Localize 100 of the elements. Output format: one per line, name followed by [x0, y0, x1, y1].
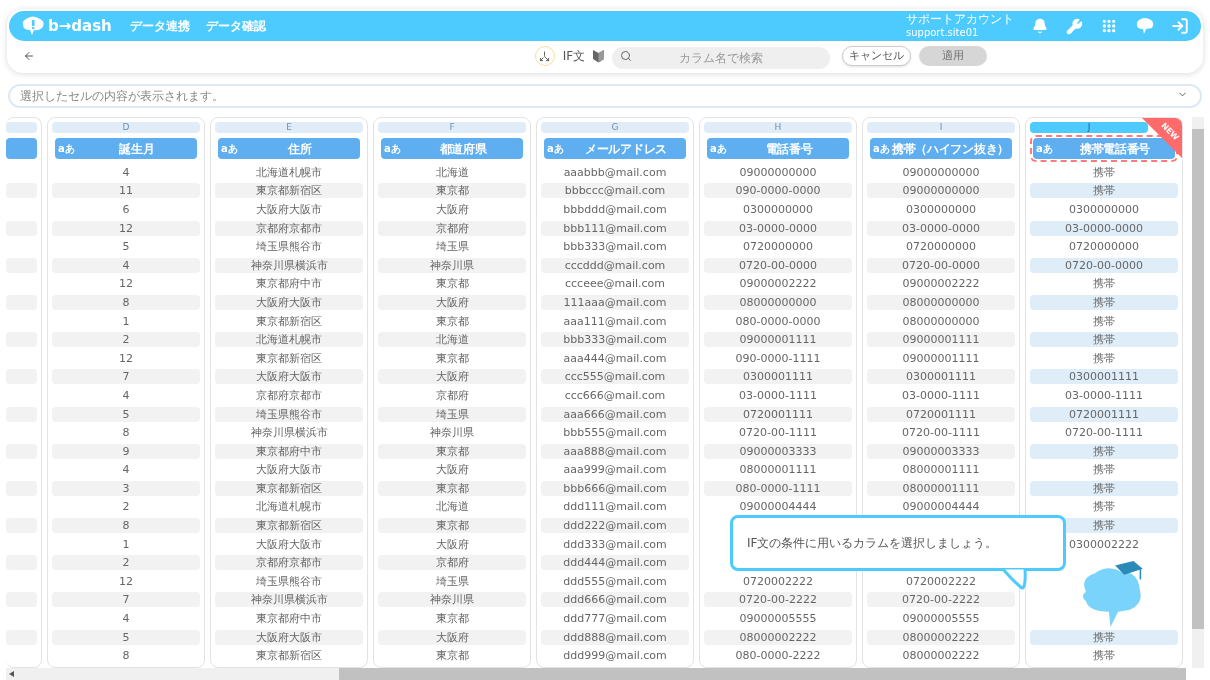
table-cell[interactable]: 7 [52, 369, 200, 385]
table-cell[interactable]: bbbccc@mail.com [541, 183, 689, 199]
table-cell[interactable]: 09000002222 [867, 276, 1015, 292]
table-cell[interactable]: 大阪府大阪市 [215, 202, 363, 217]
table-cell[interactable]: 京都府京都市 [215, 555, 363, 571]
table-cell[interactable]: 北海道 [378, 164, 526, 180]
table-cell[interactable]: 7 [52, 592, 200, 608]
table-cell[interactable]: 東京都 [378, 648, 526, 664]
column-letter[interactable]: F [378, 122, 526, 133]
table-cell[interactable]: 09000001111 [867, 332, 1015, 348]
table-cell[interactable]: 0720001111 [867, 406, 1015, 422]
table-cell[interactable]: 携帯 [1030, 629, 1178, 645]
table-cell[interactable]: bbb555@mail.com [541, 425, 689, 441]
table-cell[interactable]: 03-0000-1111 [704, 387, 852, 403]
cell-viewer[interactable]: 選択したセルの内容が表示されます。 [8, 84, 1202, 108]
table-cell[interactable]: 携帯 [1030, 332, 1178, 348]
table-cell[interactable]: 神奈川県横浜市 [215, 257, 363, 273]
table-cell[interactable]: 8 [52, 294, 200, 310]
table-cell[interactable]: 03-0000-0000 [1030, 220, 1178, 236]
table-cell[interactable]: 携帯 [1030, 183, 1178, 199]
table-cell[interactable]: 大阪府大阪市 [215, 369, 363, 385]
table-cell[interactable]: bbb333@mail.com [541, 332, 689, 348]
table-cell[interactable]: ddd777@mail.com [541, 611, 689, 627]
table-cell[interactable]: ccc555@mail.com [541, 369, 689, 385]
table-cell[interactable]: 0720-00-0000 [704, 257, 852, 273]
table-cell[interactable]: ddd666@mail.com [541, 592, 689, 608]
table-cell[interactable]: 北海道札幌市 [215, 332, 363, 348]
table-cell[interactable]: 携帯 [1030, 480, 1178, 496]
scroll-left-icon[interactable] [9, 671, 14, 677]
table-cell[interactable]: 080-0000-2222 [704, 648, 852, 664]
table-cell[interactable]: bbb333@mail.com [541, 239, 689, 255]
table-cell[interactable]: 4 [52, 387, 200, 403]
table-cell[interactable]: 111aaa@mail.com [541, 294, 689, 310]
table-cell[interactable]: 09000003333 [867, 443, 1015, 459]
notification-icon[interactable] [1032, 18, 1048, 34]
table-cell[interactable]: 12 [52, 573, 200, 589]
table-cell[interactable]: 東京都 [378, 183, 526, 199]
table-cell[interactable]: 東京都新宿区 [215, 183, 363, 199]
table-cell[interactable]: 大阪府大阪市 [215, 629, 363, 645]
table-cell[interactable]: 09000001111 [867, 350, 1015, 366]
table-cell[interactable]: 2 [52, 499, 200, 515]
table-cell[interactable]: 8 [52, 425, 200, 441]
horizontal-scrollbar[interactable] [6, 668, 1186, 680]
table-cell[interactable]: 0720-00-1111 [1030, 425, 1178, 441]
table-cell[interactable]: 03-0000-0000 [867, 220, 1015, 236]
table-cell[interactable]: 神奈川県横浜市 [215, 425, 363, 441]
table-cell[interactable]: 12 [52, 276, 200, 292]
table-cell[interactable]: 京都府 [378, 555, 526, 571]
table-cell[interactable]: ddd555@mail.com [541, 573, 689, 589]
table-cell[interactable]: 09000000000 [704, 164, 852, 180]
table-cell[interactable]: 携帯 [1030, 443, 1178, 459]
table-cell[interactable]: 090-0000-1111 [704, 350, 852, 366]
table-cell[interactable]: 埼玉県熊谷市 [215, 573, 363, 589]
search-field[interactable]: カラム名で検索 [612, 47, 831, 69]
table-cell[interactable]: 埼玉県 [378, 239, 526, 255]
table-cell[interactable]: 0720-00-1111 [867, 425, 1015, 441]
apps-grid-icon[interactable] [1101, 18, 1117, 34]
table-cell[interactable]: 090-0000-0000 [704, 183, 852, 199]
table-cell[interactable]: 埼玉県熊谷市 [215, 239, 363, 255]
table-cell[interactable]: 09000005555 [704, 611, 852, 627]
table-cell[interactable]: 08000000000 [867, 313, 1015, 329]
table-cell[interactable]: 0720000000 [1030, 239, 1178, 255]
table-cell[interactable]: ccc666@mail.com [541, 387, 689, 403]
settings-icon[interactable] [1066, 17, 1083, 35]
table-cell[interactable]: 08000002222 [704, 629, 852, 645]
table-cell[interactable]: 08000000000 [867, 294, 1015, 310]
table-cell[interactable]: 京都府 [378, 387, 526, 403]
table-cell[interactable]: 0300001111 [867, 369, 1015, 385]
table-cell[interactable]: 4 [52, 164, 200, 180]
column-letter[interactable]: D [52, 122, 200, 133]
table-cell[interactable]: 0720-00-2222 [867, 592, 1015, 608]
table-cell[interactable]: 09000004444 [867, 499, 1015, 515]
table-cell[interactable]: 東京都 [378, 480, 526, 496]
table-cell[interactable]: 携帯 [1030, 313, 1178, 329]
table-cell[interactable]: 大阪府 [378, 202, 526, 217]
column-letter[interactable]: J [1030, 122, 1148, 133]
table-cell[interactable]: aaa666@mail.com [541, 406, 689, 422]
table-cell[interactable]: 03-0000-0000 [704, 220, 852, 236]
table-cell[interactable]: 大阪府大阪市 [215, 536, 363, 552]
table-cell[interactable]: 京都府 [378, 220, 526, 236]
scrollbar-thumb[interactable] [339, 668, 1186, 680]
table-cell[interactable]: 大阪府大阪市 [215, 294, 363, 310]
table-cell[interactable]: 08000001111 [867, 462, 1015, 478]
logout-icon[interactable] [1171, 17, 1189, 35]
table-cell[interactable]: 東京都新宿区 [215, 350, 363, 366]
table-cell[interactable]: aaa444@mail.com [541, 350, 689, 366]
table-cell[interactable]: bbb111@mail.com [541, 220, 689, 236]
table-cell[interactable]: 北海道 [378, 499, 526, 515]
table-cell[interactable]: 神奈川県横浜市 [215, 592, 363, 608]
table-cell[interactable]: 0720000000 [867, 239, 1015, 255]
table-cell[interactable]: 08000001111 [704, 462, 852, 478]
column-letter[interactable]: I [867, 122, 1015, 133]
table-cell[interactable]: 大阪府大阪市 [215, 462, 363, 478]
table-cell[interactable]: 埼玉県 [378, 573, 526, 589]
table-cell[interactable]: 北海道札幌市 [215, 164, 363, 180]
table-cell[interactable]: 東京都新宿区 [215, 648, 363, 664]
table-cell[interactable]: 11 [52, 183, 200, 199]
table-cell[interactable]: 東京都新宿区 [215, 518, 363, 534]
table-cell[interactable]: 大阪府 [378, 462, 526, 478]
table-cell[interactable]: 8 [52, 648, 200, 664]
